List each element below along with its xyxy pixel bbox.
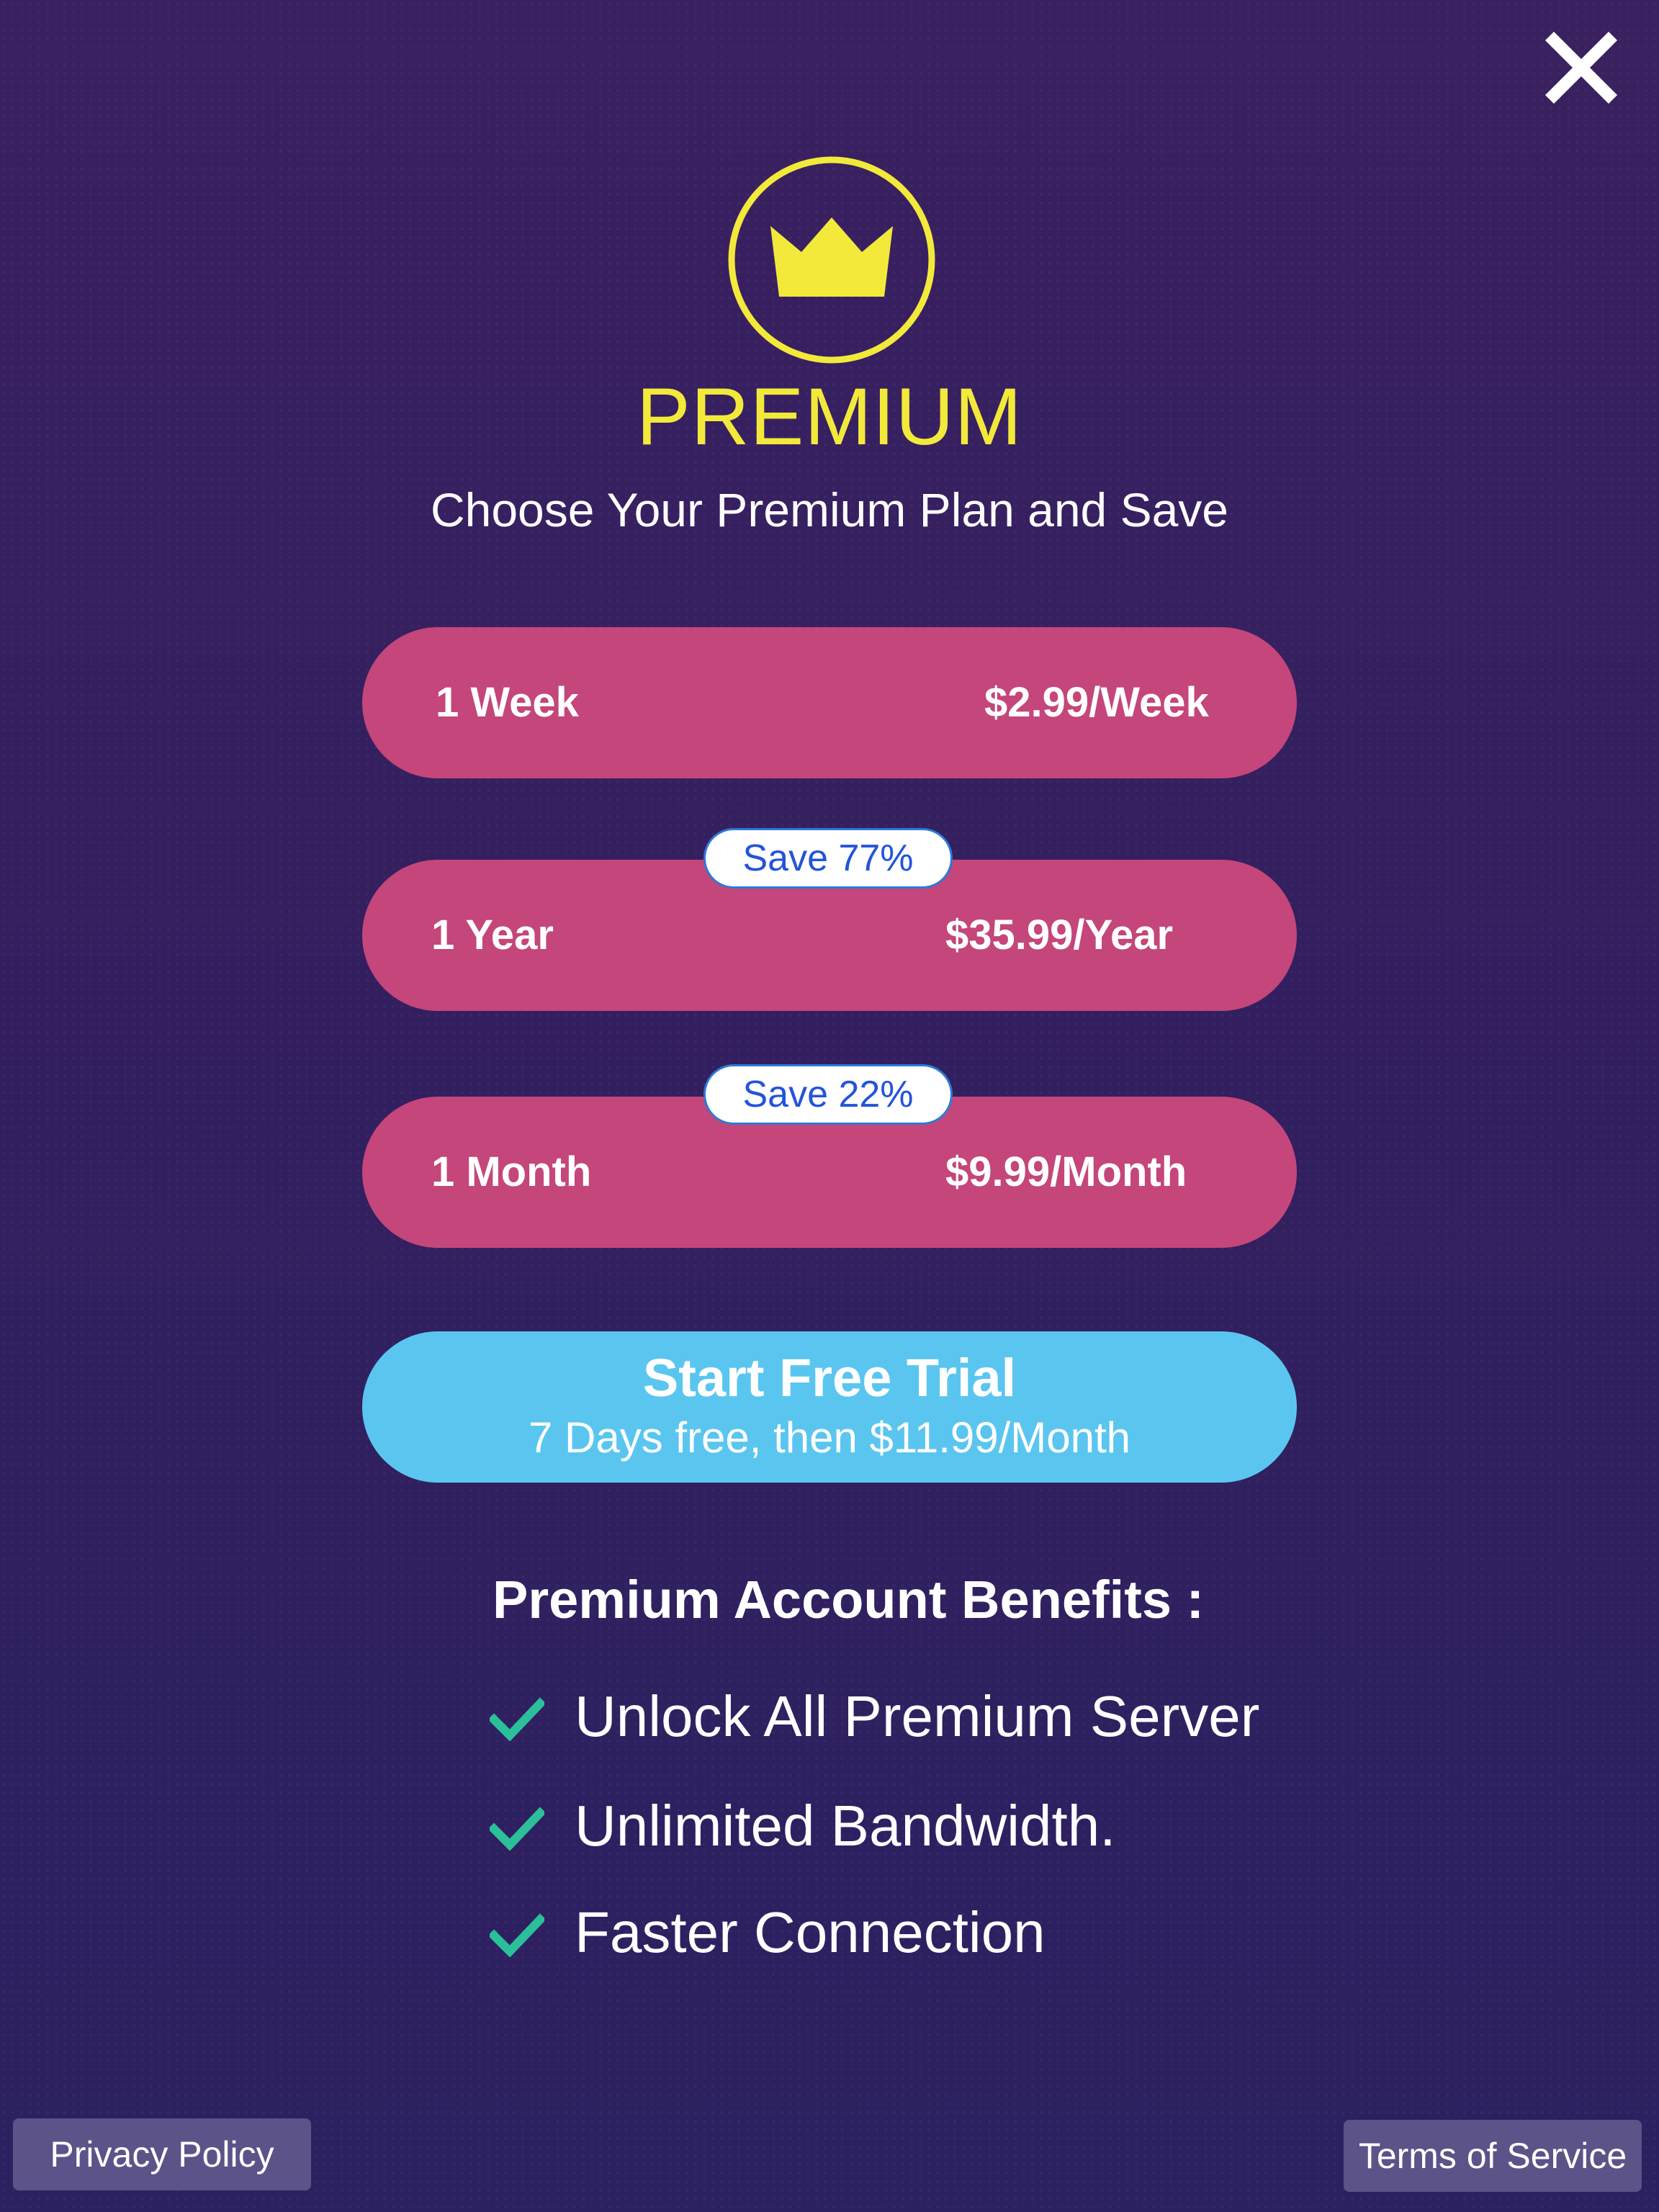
plan-name: 1 Month [431,1148,592,1195]
trial-title: Start Free Trial [642,1348,1017,1408]
crown-icon [728,156,935,364]
save-badge-month: Save 22% [703,1064,953,1125]
check-icon [490,1912,544,1957]
plan-name: 1 Week [436,679,579,726]
plan-price: $35.99/Year [945,912,1174,958]
plan-price: $2.99/Week [984,679,1209,726]
plan-week-button[interactable]: 1 Week $2.99/Week [362,627,1297,778]
benefits-heading: Premium Account Benefits : [493,1570,1205,1629]
start-free-trial-button[interactable]: Start Free Trial 7 Days free, then $11.9… [362,1331,1297,1483]
close-icon[interactable] [1544,30,1619,105]
page-subtitle: Choose Your Premium Plan and Save [430,483,1228,536]
save-badge-year: Save 77% [703,828,953,889]
close-button[interactable] [1544,30,1619,105]
plan-price: $9.99/Month [945,1148,1187,1195]
benefit-text: Faster Connection [575,1900,1046,1964]
benefit-text: Unlimited Bandwidth. [575,1794,1116,1858]
trial-subtitle: 7 Days free, then $11.99/Month [528,1413,1131,1462]
plan-name: 1 Year [431,912,554,958]
page-title: PREMIUM [637,372,1022,462]
check-icon [490,1806,544,1851]
premium-badge [727,156,936,364]
privacy-policy-button[interactable]: Privacy Policy [13,2118,311,2190]
terms-of-service-button[interactable]: Terms of Service [1344,2120,1642,2192]
benefit-text: Unlock All Premium Server [575,1684,1260,1748]
check-icon [490,1696,544,1741]
